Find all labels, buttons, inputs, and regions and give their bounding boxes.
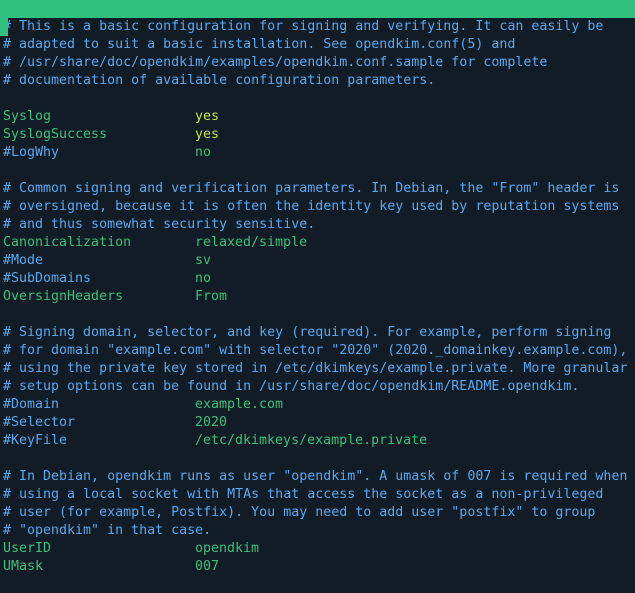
config-key: #Selector (3, 415, 76, 430)
editor-line[interactable]: UMask 007 (0, 558, 635, 576)
comment-text: # "opendkim" in that case. (3, 523, 212, 538)
blank-line[interactable] (0, 450, 635, 468)
comment-text: # Common signing and verification parame… (3, 181, 620, 196)
config-key: #KeyFile (3, 433, 68, 448)
editor-line[interactable]: # documentation of available configurati… (0, 72, 635, 90)
comment-text: # using the private key stored in /etc/d… (3, 361, 628, 376)
comment-text: # adapted to suit a basic installation. … (3, 37, 516, 52)
editor-line[interactable]: # setup options can be found in /usr/sha… (0, 378, 635, 396)
editor-line[interactable]: # Common signing and verification parame… (0, 180, 635, 198)
blank-line[interactable] (0, 90, 635, 108)
editor-line[interactable]: # for domain "example.com" with selector… (0, 342, 635, 360)
config-key: #Mode (3, 253, 44, 268)
config-value: 2020 (195, 415, 228, 430)
editor-line[interactable]: #SubDomains no (0, 270, 635, 288)
config-key: UMask (3, 559, 44, 574)
comment-text: # for domain "example.com" with selector… (3, 343, 628, 358)
comment-text: # oversigned, because it is often the id… (3, 199, 620, 214)
config-value: example.com (195, 397, 284, 412)
editor-line[interactable]: # /usr/share/doc/opendkim/examples/opend… (0, 54, 635, 72)
comment-text: # user (for example, Postfix). You may n… (3, 505, 596, 520)
config-value: no (195, 271, 212, 286)
config-key: SyslogSuccess (3, 127, 108, 142)
editor-line[interactable]: #Selector 2020 (0, 414, 635, 432)
config-key: Syslog (3, 109, 52, 124)
editor-line[interactable]: # Signing domain, selector, and key (req… (0, 324, 635, 342)
comment-text: # /usr/share/doc/opendkim/examples/opend… (3, 55, 548, 70)
editor-line[interactable]: Canonicalization relaxed/simple (0, 234, 635, 252)
config-key: #Domain (3, 397, 60, 412)
editor-line[interactable]: # user (for example, Postfix). You may n… (0, 504, 635, 522)
editor-line[interactable]: Syslog yes (0, 108, 635, 126)
editor-buffer[interactable]: # This is a basic configuration for sign… (0, 18, 635, 576)
config-value: 007 (195, 559, 220, 574)
editor-line[interactable]: # This is a basic configuration for sign… (0, 18, 635, 36)
comment-text: # In Debian, opendkim runs as user "open… (3, 469, 628, 484)
comment-text: # using a local socket with MTAs that ac… (3, 487, 604, 502)
editor-line[interactable]: # using a local socket with MTAs that ac… (0, 486, 635, 504)
editor-line[interactable]: # In Debian, opendkim runs as user "open… (0, 468, 635, 486)
config-value: yes (195, 109, 220, 124)
blank-line[interactable] (0, 306, 635, 324)
nano-title-bar: GNU nano 7.2 (0, 0, 635, 34)
editor-line[interactable]: SyslogSuccess yes (0, 126, 635, 144)
config-key: OversignHeaders (3, 289, 124, 304)
editor-line[interactable]: #Domain example.com (0, 396, 635, 414)
editor-line[interactable]: #LogWhy no (0, 144, 635, 162)
config-value: sv (195, 253, 212, 268)
config-key: #LogWhy (3, 145, 60, 160)
blank-line[interactable] (0, 162, 635, 180)
editor-line[interactable]: #Mode sv (0, 252, 635, 270)
editor-line[interactable]: # and thus somewhat security sensitive. (0, 216, 635, 234)
config-value: relaxed/simple (195, 235, 308, 250)
editor-line[interactable]: # oversigned, because it is often the id… (0, 198, 635, 216)
comment-text: # documentation of available configurati… (3, 73, 436, 88)
config-key: #SubDomains (3, 271, 92, 286)
comment-text: # and thus somewhat security sensitive. (3, 217, 316, 232)
config-key: UserID (3, 541, 52, 556)
comment-text: # This is a basic configuration for sign… (3, 19, 604, 34)
editor-line[interactable]: # "opendkim" in that case. (0, 522, 635, 540)
config-value: yes (195, 127, 220, 142)
editor-line[interactable]: # using the private key stored in /etc/d… (0, 360, 635, 378)
config-value: From (195, 289, 228, 304)
editor-line[interactable]: UserID opendkim (0, 540, 635, 558)
comment-text: # setup options can be found in /usr/sha… (3, 379, 580, 394)
config-value: /etc/dkimkeys/example.private (195, 433, 428, 448)
config-key: Canonicalization (3, 235, 132, 250)
editor-line[interactable]: OversignHeaders From (0, 288, 635, 306)
config-value: opendkim (195, 541, 260, 556)
nano-editor[interactable]: GNU nano 7.2 # This is a basic configura… (0, 0, 635, 593)
editor-line[interactable]: #KeyFile/etc/dkimkeys/example.private (0, 432, 635, 450)
text-cursor (0, 18, 8, 36)
comment-text: # Signing domain, selector, and key (req… (3, 325, 612, 340)
config-value: no (195, 145, 212, 160)
editor-line[interactable]: # adapted to suit a basic installation. … (0, 36, 635, 54)
